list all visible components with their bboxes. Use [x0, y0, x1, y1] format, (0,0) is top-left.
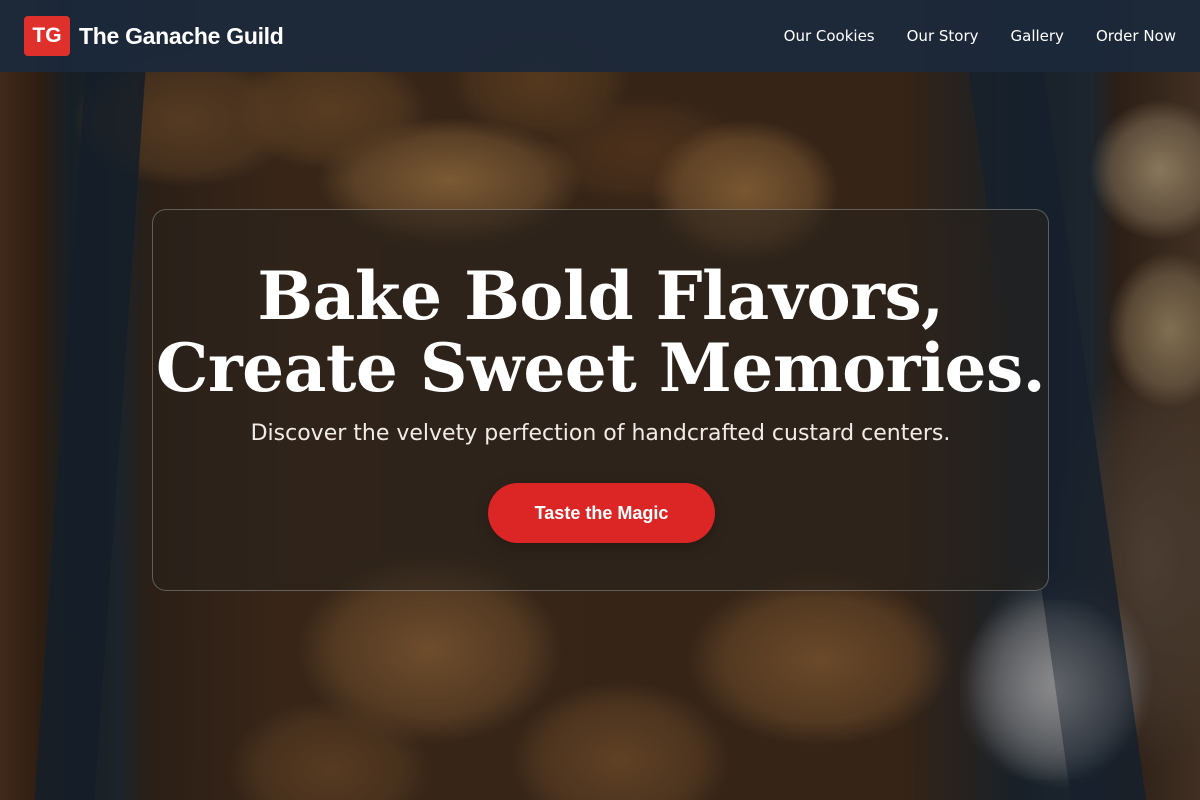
hero-subtitle: Discover the velvety perfection of handc…: [250, 421, 951, 446]
nav-links: Our Cookies Our Story Gallery Order Now: [784, 27, 1176, 45]
logo-badge: TG: [24, 16, 70, 56]
hero-title-line-2: Create Sweet Memories.: [155, 329, 1046, 407]
taste-the-magic-button[interactable]: Taste the Magic: [488, 483, 715, 543]
brand-name: The Ganache Guild: [79, 22, 284, 49]
hero-card: Bake Bold Flavors, Create Sweet Memories…: [152, 209, 1049, 591]
nav-link-our-cookies[interactable]: Our Cookies: [784, 27, 875, 45]
navbar: TG The Ganache Guild Our Cookies Our Sto…: [0, 0, 1200, 72]
hero-title: Bake Bold Flavors, Create Sweet Memories…: [153, 260, 1048, 404]
nav-link-our-story[interactable]: Our Story: [907, 27, 979, 45]
landing-page: TG The Ganache Guild Our Cookies Our Sto…: [0, 0, 1200, 800]
nav-link-order-now[interactable]: Order Now: [1096, 27, 1176, 45]
hero-title-line-1: Bake Bold Flavors,: [257, 257, 944, 335]
brand-logo-link[interactable]: TG The Ganache Guild: [24, 16, 284, 56]
nav-link-gallery[interactable]: Gallery: [1011, 27, 1064, 45]
